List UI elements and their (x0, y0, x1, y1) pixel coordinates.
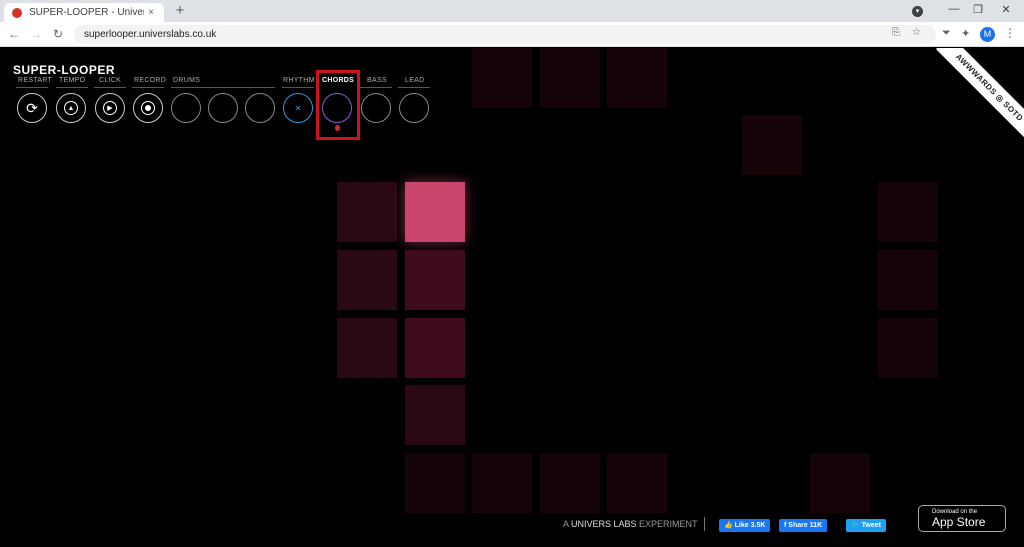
grid-pad-active[interactable] (405, 182, 465, 242)
app-store-button[interactable]: Download on the App Store (918, 505, 1006, 532)
footer-divider (704, 517, 705, 531)
lead-label: LEAD (405, 77, 425, 84)
label-divider (282, 87, 314, 88)
translate-icon[interactable]: ⎘ (892, 27, 900, 38)
record-button[interactable] (133, 93, 163, 123)
click-label: CLICK (99, 77, 122, 84)
facebook-share-button[interactable]: f Share 11K (779, 519, 828, 532)
rhythm-label: RHYTHM (283, 77, 315, 84)
grid-pad[interactable] (405, 453, 465, 513)
label-divider (398, 87, 430, 88)
profile-menu-icon[interactable]: ▾ (912, 6, 923, 17)
grid-pad[interactable] (337, 318, 397, 378)
extension-icon[interactable]: ⏷ (942, 27, 951, 40)
grid-pad[interactable] (337, 182, 397, 242)
favicon-icon (12, 7, 22, 18)
extensions-puzzle-icon[interactable]: ✦ (961, 27, 970, 40)
restart-label: RESTART (18, 77, 53, 84)
tempo-icon: ▲ (64, 101, 78, 115)
grid-pad[interactable] (607, 453, 667, 513)
tweet-button[interactable]: 🐦 Tweet (846, 519, 886, 532)
browser-menu-icon[interactable]: ⋮ (1004, 26, 1016, 40)
bass-knob[interactable] (361, 93, 391, 123)
grid-pad[interactable] (337, 250, 397, 310)
record-label: RECORD (134, 77, 167, 84)
awwwards-badge[interactable]: AWWWARDS ◎ SOTD (935, 48, 1024, 142)
grid-pad[interactable] (405, 250, 465, 310)
grid-pad[interactable] (405, 318, 465, 378)
univers-labs-link[interactable]: UNIVERS LABS (571, 519, 637, 529)
label-divider (360, 87, 392, 88)
grid-pad[interactable] (742, 115, 802, 175)
record-icon (141, 101, 155, 115)
tab-title: SUPER-LOOPER - Univers Labs (29, 7, 144, 18)
browser-tabbar: SUPER-LOOPER - Univers Labs × + ▾ — ❐ ✕ (0, 0, 1024, 22)
grid-pad[interactable] (607, 48, 667, 108)
browser-tab[interactable]: SUPER-LOOPER - Univers Labs × (4, 3, 164, 22)
label-divider (171, 87, 275, 88)
grid-pad[interactable] (878, 318, 938, 378)
forward-button[interactable]: → (28, 26, 44, 42)
tempo-button[interactable]: ▲ (56, 93, 86, 123)
looper-page: SUPER-LOOPER RESTART TEMPO CLICK RECORD … (0, 48, 1024, 547)
lead-knob[interactable] (399, 93, 429, 123)
grid-pad[interactable] (472, 453, 532, 513)
grid-pad[interactable] (878, 182, 938, 242)
label-divider (16, 87, 48, 88)
profile-avatar[interactable]: M (980, 27, 995, 42)
click-button[interactable]: ▶ (95, 93, 125, 123)
drums-knob-1[interactable] (171, 93, 201, 123)
drums-knob-2[interactable] (208, 93, 238, 123)
reload-button[interactable]: ↻ (50, 26, 66, 42)
drums-knob-3[interactable] (245, 93, 275, 123)
drums-label: DRUMS (173, 77, 201, 84)
grid-pad[interactable] (472, 48, 532, 108)
url-text: superlooper.universlabs.co.uk (84, 29, 217, 40)
grid-pad[interactable] (540, 48, 600, 108)
bass-label: BASS (367, 77, 387, 84)
grid-pad[interactable] (810, 453, 870, 513)
new-tab-button[interactable]: + (172, 3, 188, 19)
facebook-like-button[interactable]: 👍 Like 3.5K (719, 519, 771, 532)
tab-close-icon[interactable]: × (144, 7, 158, 18)
close-icon: ✕ (294, 103, 302, 113)
address-bar[interactable]: superlooper.universlabs.co.uk (74, 25, 936, 44)
back-button[interactable]: ← (6, 26, 22, 42)
chords-active-indicator (335, 125, 340, 131)
grid-pad[interactable] (540, 453, 600, 513)
restore-button[interactable]: ❐ (968, 3, 988, 16)
play-icon: ▶ (103, 101, 117, 115)
close-window-button[interactable]: ✕ (996, 3, 1016, 16)
grid-pad[interactable] (878, 250, 938, 310)
restart-button[interactable]: ⟳ (17, 93, 47, 123)
label-divider (132, 87, 164, 88)
label-divider (56, 87, 88, 88)
restart-icon: ⟳ (26, 99, 38, 116)
footer-credit[interactable]: A UNIVERS LABS EXPERIMENT (563, 519, 698, 529)
tempo-label: TEMPO (59, 77, 86, 84)
appstore-title: App Store (932, 514, 986, 529)
grid-pad[interactable] (405, 385, 465, 445)
rhythm-knob[interactable]: ✕ (283, 93, 313, 123)
minimize-button[interactable]: — (944, 3, 964, 15)
browser-toolbar: ← → ↻ superlooper.universlabs.co.uk ⎘ ☆ … (0, 22, 1024, 47)
label-divider (94, 87, 126, 88)
app-logo: SUPER-LOOPER (13, 63, 116, 77)
bookmark-star-icon[interactable]: ☆ (912, 27, 921, 38)
